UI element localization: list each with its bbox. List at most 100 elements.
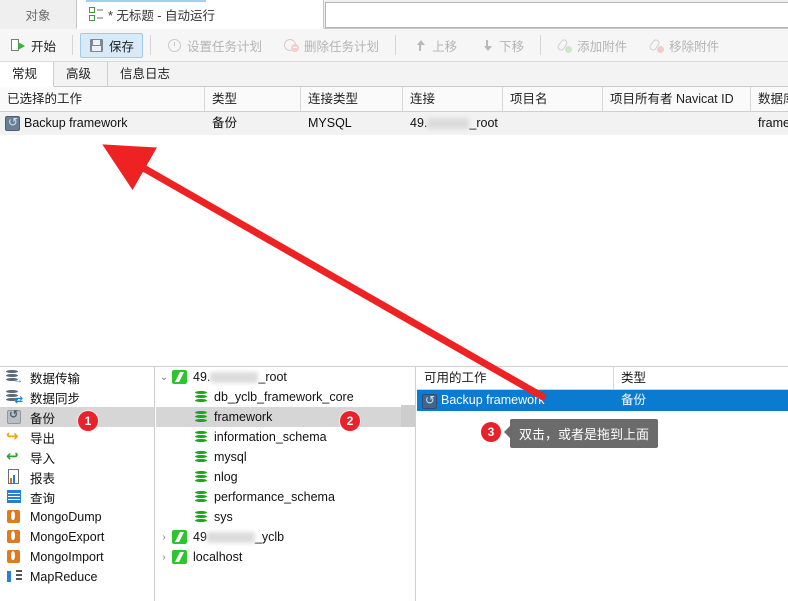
database-icon (194, 410, 208, 424)
list-item-query[interactable]: 查询 (0, 487, 154, 507)
column-header-selected-jobs[interactable]: 已选择的工作 (0, 87, 205, 111)
move-down-button[interactable]: 下移 (470, 33, 533, 58)
tree-node-performance-schema[interactable]: performance_schema (156, 487, 415, 507)
database-icon (194, 490, 208, 504)
list-item-data-transfer[interactable]: → 数据传输 (0, 367, 154, 387)
cell-project-owner (603, 112, 751, 135)
start-button[interactable]: 开始 (2, 33, 65, 58)
tree-node-framework[interactable]: framework (156, 407, 415, 427)
set-schedule-label: 设置任务计划 (187, 39, 263, 54)
tree-node-label-suffix: _root (258, 370, 287, 384)
delete-schedule-button[interactable]: 删除任务计划 (275, 33, 388, 58)
tree-node-label: db_yclb_framework_core (214, 390, 354, 404)
available-jobs-header: 可用的工作 类型 (417, 367, 788, 390)
chevron-right-icon[interactable]: › (156, 532, 172, 543)
job-type-list: → 数据传输 ⇄ 数据同步 ↺ 备份 ↪ 导出 ↩ 导入 报表 查询 Mongo… (0, 367, 155, 601)
job-chooser-area: → 数据传输 ⇄ 数据同步 ↺ 备份 ↪ 导出 ↩ 导入 报表 查询 Mongo… (0, 366, 788, 601)
export-icon: ↪ (6, 428, 19, 445)
list-item-mongodump[interactable]: MongoDump (0, 507, 154, 527)
list-item-label: 导出 (30, 431, 56, 446)
column-header-project-owner[interactable]: 项目所有者 Navicat ID (603, 87, 751, 111)
tab-automation-untitled[interactable]: * 无标题 - 自动运行 (76, 0, 324, 29)
list-item-import[interactable]: ↩ 导入 (0, 447, 154, 467)
attach-add-icon (556, 37, 573, 53)
main-tab-strip: 对象 * 无标题 - 自动运行 (0, 0, 788, 29)
move-up-label: 上移 (432, 39, 458, 54)
settings-tab-bar: 常规 高级 信息日志 (0, 62, 788, 87)
table-row[interactable]: Backup framework 备份 MYSQL 49. _root frame (0, 112, 788, 135)
cell-connection-suffix: _root (469, 116, 498, 130)
list-item-label: 导入 (30, 451, 56, 466)
toolbar-separator (540, 35, 542, 55)
tree-node-db-yclb-framework-core[interactable]: db_yclb_framework_core (156, 387, 415, 407)
tree-scrollbar-thumb[interactable] (401, 405, 415, 427)
list-item-mongoimport[interactable]: MongoImport (0, 547, 154, 567)
cell-job-type: 备份 (212, 116, 238, 130)
cell-available-job-type: 备份 (621, 393, 647, 407)
column-header-project-name[interactable]: 项目名 (503, 87, 603, 111)
column-header-database[interactable]: 数据库 (751, 87, 788, 111)
tree-node-label: nlog (214, 470, 238, 484)
automation-icon (89, 7, 103, 21)
tab-objects[interactable]: 对象 (0, 0, 76, 29)
add-attachment-button[interactable]: 添加附件 (548, 33, 636, 58)
tree-node-connection-yclb[interactable]: › 49 _yclb (156, 527, 415, 547)
delete-schedule-label: 删除任务计划 (304, 39, 380, 54)
tree-node-nlog[interactable]: nlog (156, 467, 415, 487)
database-icon (194, 450, 208, 464)
list-item-label: 报表 (30, 471, 56, 486)
database-icon (194, 510, 208, 524)
move-up-button[interactable]: 上移 (403, 33, 466, 58)
set-schedule-button[interactable]: 设置任务计划 (158, 33, 271, 58)
column-header-connection[interactable]: 连接 (403, 87, 503, 111)
save-button[interactable]: 保存 (80, 32, 144, 58)
list-item-label: MongoDump (30, 510, 102, 524)
tree-node-mysql[interactable]: mysql (156, 447, 415, 467)
tab-objects-label: 对象 (25, 9, 51, 23)
redacted-host-block (210, 371, 259, 383)
move-down-label: 下移 (499, 39, 525, 54)
list-item-label: MongoImport (30, 550, 104, 564)
list-item-label: 备份 (30, 411, 56, 426)
cell-connection-type: MYSQL (308, 116, 352, 130)
tab-advanced[interactable]: 高级 (54, 62, 108, 87)
chevron-right-icon[interactable]: › (156, 552, 172, 563)
tree-node-label: localhost (193, 550, 243, 564)
tree-node-label: information_schema (214, 430, 327, 444)
tree-node-label: performance_schema (214, 490, 335, 504)
database-icon (194, 470, 208, 484)
column-header-connection-type[interactable]: 连接类型 (301, 87, 403, 111)
tree-node-information-schema[interactable]: information_schema (156, 427, 415, 447)
backup-icon: ↺ (6, 409, 23, 425)
list-item-data-sync[interactable]: ⇄ 数据同步 (0, 387, 154, 407)
database-icon (194, 390, 208, 404)
tree-node-sys[interactable]: sys (156, 507, 415, 527)
selected-jobs-table: 已选择的工作 类型 连接类型 连接 项目名 项目所有者 Navicat ID 数… (0, 87, 788, 359)
tree-node-localhost[interactable]: › localhost (156, 547, 415, 567)
list-item-report[interactable]: 报表 (0, 467, 154, 487)
list-item-backup[interactable]: ↺ 备份 (0, 407, 154, 427)
list-item-mapreduce[interactable]: MapReduce (0, 567, 154, 587)
column-header-available-type[interactable]: 类型 (614, 367, 788, 389)
redacted-host-block (427, 118, 470, 130)
cell-job-name: Backup framework (24, 116, 128, 130)
tab-message-log[interactable]: 信息日志 (108, 62, 186, 87)
save-button-label: 保存 (109, 39, 135, 54)
remove-attachment-button[interactable]: 移除附件 (640, 33, 728, 58)
tree-node-connection-root[interactable]: ⌄ 49. _root (156, 367, 415, 387)
mongo-import-icon (6, 549, 23, 565)
connection-icon (172, 530, 187, 544)
list-item-export[interactable]: ↪ 导出 (0, 427, 154, 447)
tree-node-label: 49 (193, 530, 207, 544)
column-header-type[interactable]: 类型 (205, 87, 301, 111)
tree-node-label: framework (214, 410, 273, 424)
column-header-available-jobs[interactable]: 可用的工作 (417, 367, 614, 389)
chevron-down-icon[interactable]: ⌄ (156, 372, 172, 383)
arrow-down-icon (479, 38, 494, 53)
list-item-mongoexport[interactable]: MongoExport (0, 527, 154, 547)
table-row[interactable]: Backup framework 备份 (417, 390, 788, 411)
selected-jobs-header: 已选择的工作 类型 连接类型 连接 项目名 项目所有者 Navicat ID 数… (0, 87, 788, 112)
mongo-export-icon (6, 529, 23, 545)
cell-connection-prefix: 49. (410, 116, 428, 130)
tab-general[interactable]: 常规 (0, 62, 54, 87)
